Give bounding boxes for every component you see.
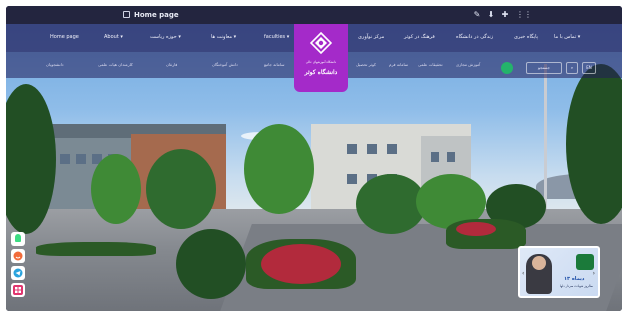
nav-item-innovation[interactable]: مرکز نوآوری: [358, 33, 384, 41]
search-icon[interactable]: ⌕: [566, 62, 578, 74]
search-input[interactable]: جستجو: [526, 62, 562, 74]
logo-caption-small: دانشگاه آموزشهای عالی: [305, 60, 337, 64]
promo-subtitle: سالروز شهادت سردار دلها: [560, 284, 594, 288]
subnav-item-graduates[interactable]: فارغان: [166, 62, 177, 68]
nav-item-home[interactable]: Home page: [50, 33, 79, 41]
subnav-item-alumni[interactable]: دانش آموختگان: [212, 62, 238, 68]
promo-card[interactable]: ۱۳ دیماه سالروز شهادت سردار دلها ‹ ›: [518, 246, 600, 298]
arrow-right-icon[interactable]: ›: [593, 270, 595, 277]
subnav-item-students[interactable]: دانشجویان: [46, 62, 64, 68]
subnav-item-faculty[interactable]: کارمندان هیات علمی: [98, 62, 133, 68]
tab-title[interactable]: Home page: [134, 9, 179, 21]
subnav-item-research[interactable]: تحقیقات علمی: [418, 62, 443, 68]
flower-bed: [261, 244, 341, 284]
language-button[interactable]: EN: [582, 62, 596, 74]
nav-item-about[interactable]: About ▾: [104, 33, 123, 41]
emblem-icon: [576, 254, 594, 270]
social-sidebar: [11, 232, 27, 300]
nav-item-deputies[interactable]: معاونت ها ▾: [211, 33, 236, 41]
edit-icon[interactable]: ✎: [472, 10, 482, 20]
android-icon[interactable]: [11, 232, 25, 246]
tab-icon: [123, 11, 130, 18]
subnav-item-education[interactable]: کوثر تحصیل: [356, 62, 376, 68]
window-title-bar: Home page ✎ ⬇ ✚ ⋮⋮: [6, 6, 622, 24]
nav-item-contact[interactable]: تماس با ما ▾: [554, 33, 580, 41]
browser-frame: Home page ✎ ⬇ ✚ ⋮⋮ Home page About ▾ حوز…: [6, 6, 622, 311]
university-logo[interactable]: دانشگاه آموزشهای عالی دانشگاه کوثر: [294, 24, 348, 92]
plus-icon[interactable]: ✚: [500, 10, 510, 20]
arrow-left-icon[interactable]: ‹: [522, 270, 524, 277]
subnav-item-portal[interactable]: سامانه جامع: [264, 62, 284, 68]
logo-mark-icon: [310, 32, 332, 54]
portrait-face: [532, 256, 546, 270]
grid-icon[interactable]: ⋮⋮: [516, 10, 532, 20]
logo-caption-main: دانشگاه کوثر: [304, 69, 338, 76]
telegram-icon[interactable]: [11, 266, 25, 280]
tree: [146, 149, 216, 229]
tree: [244, 124, 314, 214]
promo-title: ۱۳ دیماه: [564, 276, 585, 282]
download-icon[interactable]: ⬇: [486, 10, 496, 20]
tree: [176, 229, 246, 299]
nav-item-news[interactable]: پایگاه خبری: [514, 33, 538, 41]
subnav-item-elearning[interactable]: آموزش مجازی: [456, 62, 480, 68]
nav-item-culture[interactable]: فرهنگ در کوثر: [404, 33, 435, 41]
user-icon[interactable]: [501, 62, 513, 74]
tree: [91, 154, 141, 224]
smiley-app-icon[interactable]: [11, 249, 25, 263]
nav-item-life[interactable]: زندگی در دانشگاه: [456, 33, 493, 41]
nav-item-faculties[interactable]: faculties ▾: [264, 33, 289, 41]
subnav-item-forms[interactable]: سامانه فرم: [389, 62, 408, 68]
flower-bed: [456, 222, 496, 236]
hedge: [36, 242, 156, 256]
grid-app-icon[interactable]: [11, 283, 25, 297]
nav-item-presidency[interactable]: حوزه ریاست ▾: [150, 33, 181, 41]
